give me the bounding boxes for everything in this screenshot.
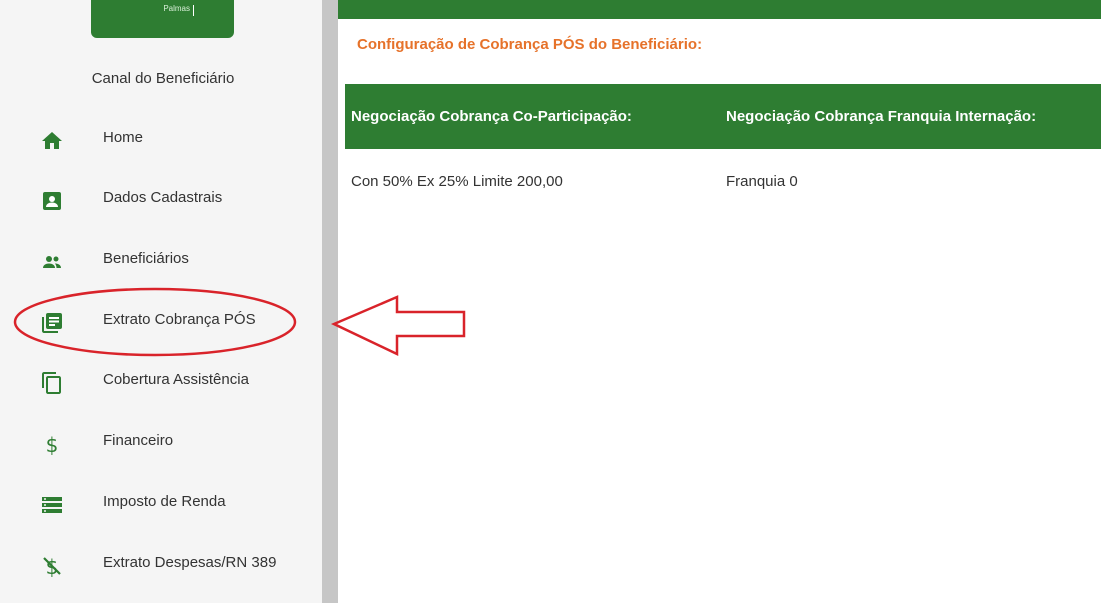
- header-bar: [338, 0, 1101, 19]
- people-icon: [40, 250, 64, 274]
- sidebar-item-label: Extrato Despesas/RN 389: [103, 554, 277, 571]
- home-icon: [40, 129, 64, 153]
- sidebar-item-label: Dados Cadastrais: [103, 189, 223, 206]
- table-cell: Con 50% Ex 25% Limite 200,00: [351, 173, 563, 190]
- storage-icon: [40, 493, 64, 517]
- document-list-icon: [40, 311, 64, 335]
- column-header: Negociação Cobrança Co-Participação:: [351, 108, 632, 125]
- logo-text: Palmas: [163, 4, 190, 13]
- sidebar-item-label: Extrato Cobrança PÓS: [103, 311, 256, 328]
- sidebar: Palmas Canal do Beneficiário Home Dados …: [0, 0, 322, 603]
- sidebar-item-home[interactable]: Home: [0, 115, 322, 165]
- dollar-icon: $: [40, 432, 64, 457]
- id-card-icon: [40, 189, 64, 213]
- sidebar-item-extrato-cobranca-pos[interactable]: Extrato Cobrança PÓS: [0, 297, 322, 347]
- annotation-arrow: [330, 295, 466, 356]
- logo-divider: [193, 5, 194, 16]
- svg-text:$: $: [46, 433, 59, 456]
- sidebar-item-label: Financeiro: [103, 432, 174, 449]
- sidebar-item-extrato-despesas[interactable]: $ Extrato Despesas/RN 389: [0, 540, 322, 590]
- money-off-icon: $: [40, 554, 64, 579]
- table-header: Negociação Cobrança Co-Participação: Neg…: [345, 84, 1101, 149]
- table-cell: Franquia 0: [726, 173, 798, 190]
- page-title: Configuração de Cobrança PÓS do Benefici…: [357, 36, 703, 53]
- sidebar-item-label: Home: [103, 129, 144, 146]
- sidebar-title: Canal do Beneficiário: [91, 70, 235, 87]
- sidebar-item-cobertura-assistencia[interactable]: Cobertura Assistência: [0, 357, 322, 407]
- sidebar-item-financeiro[interactable]: $ Financeiro: [0, 418, 322, 468]
- brand-logo[interactable]: Palmas: [91, 0, 234, 38]
- sidebar-item-label: Beneficiários: [103, 250, 189, 267]
- sidebar-item-label: Cobertura Assistência: [103, 371, 249, 388]
- sidebar-item-label: Imposto de Renda: [103, 493, 226, 510]
- copy-icon: [40, 371, 64, 395]
- sidebar-item-imposto-de-renda[interactable]: Imposto de Renda: [0, 479, 322, 529]
- sidebar-item-dados-cadastrais[interactable]: Dados Cadastrais: [0, 175, 322, 225]
- sidebar-item-beneficiarios[interactable]: Beneficiários: [0, 236, 322, 286]
- column-header: Negociação Cobrança Franquia Internação:: [726, 108, 1037, 125]
- sidebar-scrollbar[interactable]: [322, 0, 338, 603]
